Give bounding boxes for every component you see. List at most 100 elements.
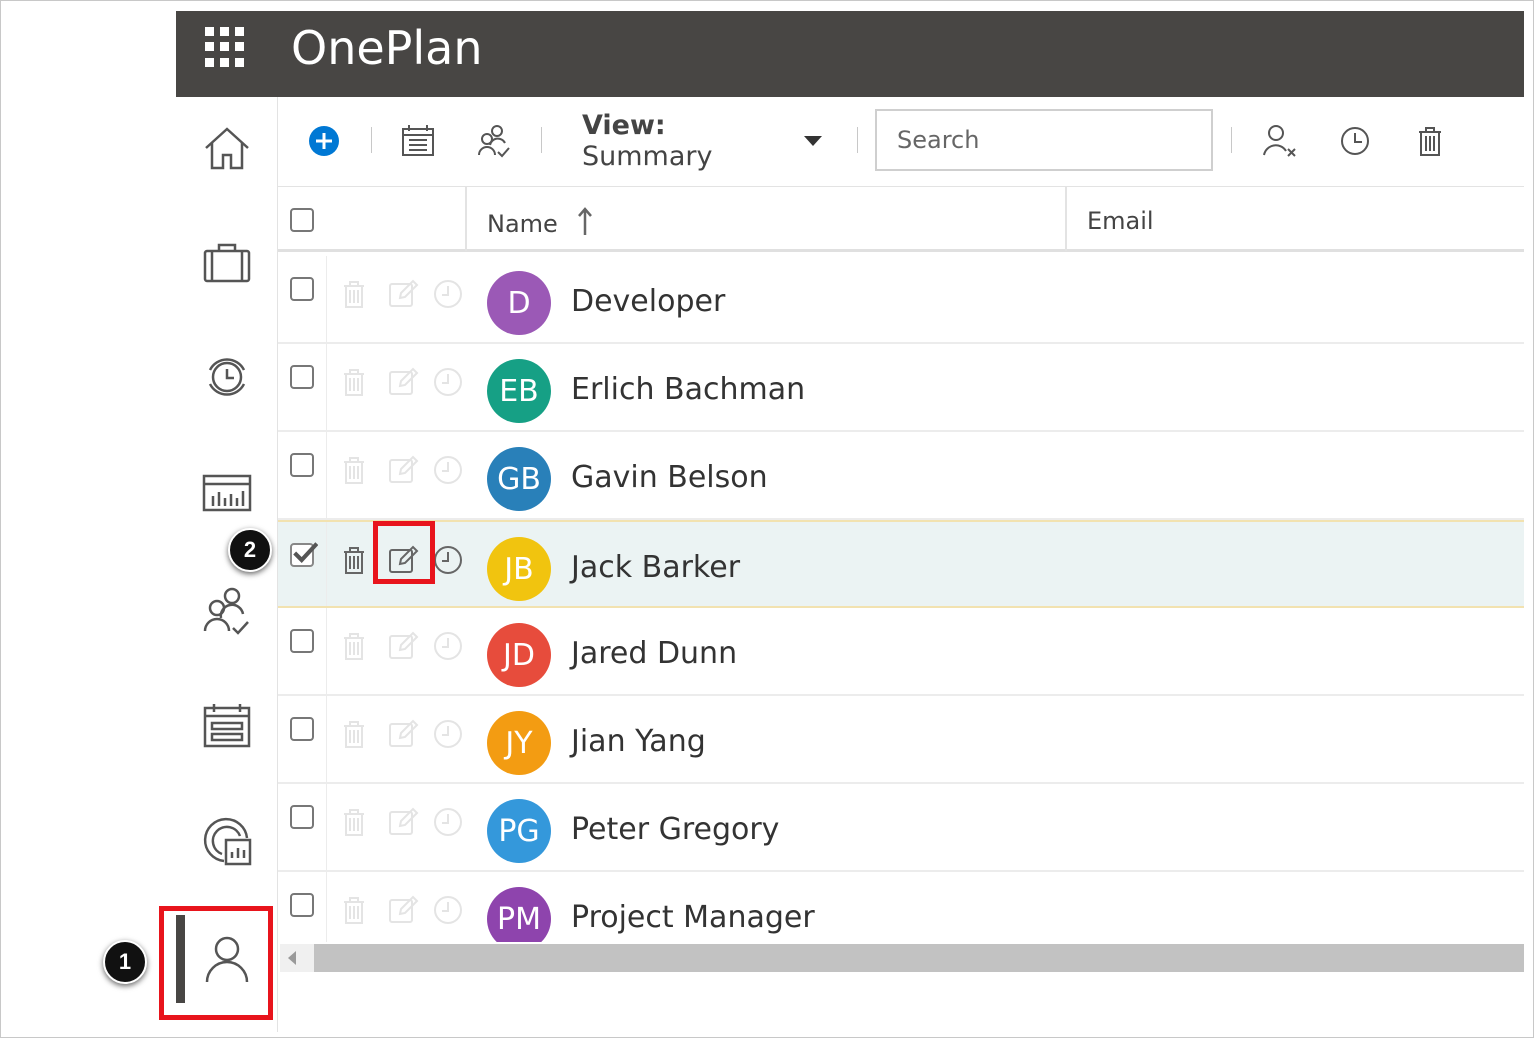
nav-projects[interactable] xyxy=(176,219,277,307)
avatar: EB xyxy=(487,359,551,423)
trash-icon xyxy=(338,457,370,490)
row-checkbox[interactable] xyxy=(290,542,318,567)
row-divider xyxy=(326,696,327,782)
row-edit-button[interactable] xyxy=(387,366,419,398)
user-name[interactable]: Erlich Bachman xyxy=(571,372,805,407)
briefcase-icon xyxy=(203,243,250,283)
row-delete-button[interactable] xyxy=(338,366,370,398)
row-checkbox[interactable] xyxy=(290,893,314,917)
user-list: D Developer EB Erlich Bachman GB Gavin Belson… xyxy=(278,256,1524,942)
edit-icon xyxy=(387,895,419,930)
delete-button[interactable] xyxy=(1410,119,1450,163)
clock-icon xyxy=(432,720,464,754)
row-checkbox[interactable] xyxy=(290,277,314,301)
scroll-left-arrow[interactable] xyxy=(288,951,296,965)
nav-home[interactable] xyxy=(176,105,277,193)
row-checkbox[interactable] xyxy=(290,629,314,653)
report-icon xyxy=(202,474,251,512)
user-name[interactable]: Jian Yang xyxy=(571,724,706,759)
user-name[interactable]: Peter Gregory xyxy=(571,812,779,847)
user-name[interactable]: Project Manager xyxy=(571,900,815,935)
calendar-button[interactable] xyxy=(398,119,438,163)
trash-icon xyxy=(338,547,370,580)
row-history-button[interactable] xyxy=(432,806,464,838)
grid-header: Name Email xyxy=(278,186,1524,252)
table-row[interactable]: GB Gavin Belson xyxy=(278,432,1524,520)
row-delete-button[interactable] xyxy=(338,454,370,486)
table-row[interactable]: JB Jack Barker xyxy=(278,520,1524,608)
row-edit-button[interactable] xyxy=(387,806,419,838)
row-delete-button[interactable] xyxy=(338,544,370,576)
row-checkbox[interactable] xyxy=(290,365,314,389)
highlight-edit-button xyxy=(373,521,435,584)
column-separator xyxy=(465,187,467,251)
nav-calendar[interactable] xyxy=(176,682,277,770)
row-history-button[interactable] xyxy=(432,718,464,750)
table-row[interactable]: PM Project Manager xyxy=(278,872,1524,942)
avatar: GB xyxy=(487,447,551,511)
view-selector[interactable]: View: Summary xyxy=(582,110,822,172)
row-edit-button[interactable] xyxy=(387,894,419,926)
row-checkbox[interactable] xyxy=(290,717,314,741)
row-checkbox[interactable] xyxy=(290,453,314,477)
row-history-button[interactable] xyxy=(432,894,464,926)
app-launcher-icon[interactable] xyxy=(205,27,245,67)
row-history-button[interactable] xyxy=(432,454,464,486)
table-row[interactable]: JY Jian Yang xyxy=(278,696,1524,784)
toolbar-separator xyxy=(1231,127,1232,153)
clock-icon xyxy=(432,632,464,666)
row-edit-button[interactable] xyxy=(387,630,419,662)
table-row[interactable]: JD Jared Dunn xyxy=(278,608,1524,696)
user-name[interactable]: Gavin Belson xyxy=(571,460,768,495)
edit-icon xyxy=(387,279,419,314)
row-history-button[interactable] xyxy=(432,630,464,662)
user-name[interactable]: Jared Dunn xyxy=(571,636,737,671)
row-history-button[interactable] xyxy=(432,278,464,310)
avatar: PM xyxy=(487,887,551,942)
row-delete-button[interactable] xyxy=(338,894,370,926)
row-edit-button[interactable] xyxy=(387,454,419,486)
scrollbar-thumb[interactable] xyxy=(314,944,1524,972)
analytics-icon xyxy=(203,817,251,866)
user-name[interactable]: Jack Barker xyxy=(571,550,740,585)
nav-analytics[interactable] xyxy=(176,797,277,885)
clock-icon xyxy=(432,896,464,930)
table-row[interactable]: D Developer xyxy=(278,256,1524,344)
row-delete-button[interactable] xyxy=(338,718,370,750)
row-edit-button[interactable] xyxy=(387,718,419,750)
resource-assign-icon xyxy=(478,125,510,158)
horizontal-scrollbar[interactable] xyxy=(280,944,1524,972)
nav-timesheets[interactable] xyxy=(176,333,277,421)
trash-icon xyxy=(1419,127,1441,156)
trash-icon xyxy=(338,809,370,842)
user-name[interactable]: Developer xyxy=(571,284,725,319)
table-row[interactable]: PG Peter Gregory xyxy=(278,784,1524,872)
row-history-button[interactable] xyxy=(432,544,464,576)
assign-resources-button[interactable] xyxy=(474,119,514,163)
toolbar-separator xyxy=(541,127,542,153)
search-input[interactable] xyxy=(875,109,1213,171)
row-divider xyxy=(326,522,327,606)
nav-resources[interactable] xyxy=(176,567,277,655)
row-checkbox[interactable] xyxy=(290,805,314,829)
clear-user-button[interactable] xyxy=(1260,119,1300,163)
row-delete-button[interactable] xyxy=(338,630,370,662)
row-delete-button[interactable] xyxy=(338,806,370,838)
toolbar-separator xyxy=(371,127,372,153)
row-history-button[interactable] xyxy=(432,366,464,398)
table-row[interactable]: EB Erlich Bachman xyxy=(278,344,1524,432)
history-button[interactable] xyxy=(1335,119,1375,163)
column-header-email[interactable]: Email xyxy=(1087,207,1154,235)
row-delete-button[interactable] xyxy=(338,278,370,310)
nav-reports[interactable] xyxy=(176,447,277,535)
add-button[interactable] xyxy=(306,119,342,163)
calendar-icon xyxy=(402,125,434,156)
row-divider xyxy=(326,256,327,342)
add-icon xyxy=(309,126,339,156)
select-all-checkbox[interactable] xyxy=(290,208,314,232)
row-edit-button[interactable] xyxy=(387,278,419,310)
clock-icon xyxy=(432,456,464,490)
column-header-name[interactable]: Name xyxy=(487,207,593,238)
avatar: D xyxy=(487,271,551,335)
avatar: JB xyxy=(487,537,551,601)
